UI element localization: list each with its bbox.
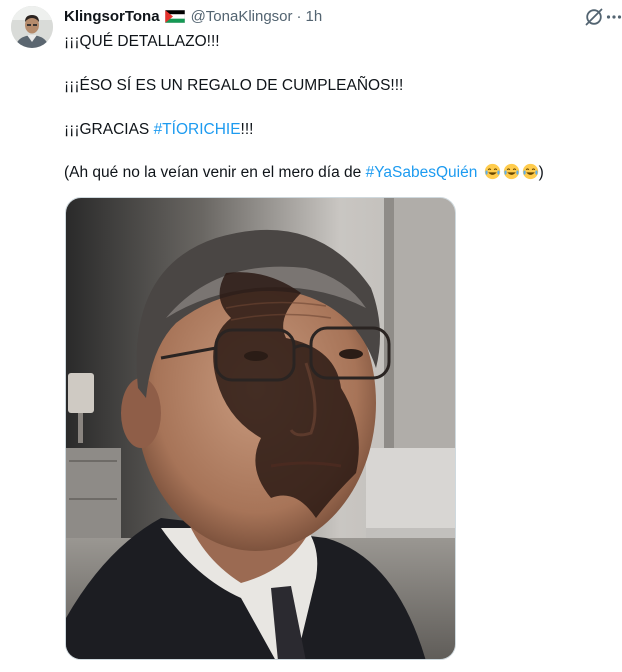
user-handle[interactable]: @TonaKlingsor bbox=[191, 8, 293, 25]
tweet: KlingsorTona @TonaKlingsor · 1h ¡¡¡QUÉ D… bbox=[0, 0, 622, 672]
text-line-3: ¡¡¡GRACIAS #TÍORICHIE!!! bbox=[64, 120, 253, 140]
timestamp[interactable]: 1h bbox=[306, 8, 323, 25]
text-line-4: (Ah qué no la veían venir en el mero día… bbox=[64, 163, 544, 183]
text-line-1: ¡¡¡QUÉ DETALLAZO!!! bbox=[64, 33, 220, 50]
tweet-header: KlingsorTona @TonaKlingsor · 1h bbox=[64, 6, 322, 26]
palestine-flag-icon bbox=[164, 9, 185, 23]
text-line-4-prefix: (Ah qué no la veían venir en el mero día… bbox=[64, 164, 366, 181]
face-with-tears-of-joy-emoji bbox=[503, 163, 520, 180]
hashtag-yasabesquien[interactable]: #YaSabesQuién bbox=[366, 164, 478, 181]
face-with-tears-of-joy-emoji bbox=[484, 163, 501, 180]
display-name[interactable]: KlingsorTona bbox=[64, 8, 160, 25]
tweet-media-image[interactable] bbox=[65, 197, 456, 660]
separator-dot: · bbox=[296, 7, 302, 25]
hashtag-tiorichie[interactable]: #TÍORICHIE bbox=[154, 121, 241, 138]
avatar[interactable] bbox=[11, 6, 53, 48]
text-line-4-suffix: ) bbox=[538, 164, 544, 181]
more-dots-icon[interactable] bbox=[606, 8, 622, 26]
text-line-3-suffix: !!! bbox=[240, 121, 254, 138]
grok-slash-icon[interactable] bbox=[584, 7, 604, 27]
text-line-3-prefix: ¡¡¡GRACIAS bbox=[64, 121, 154, 138]
face-with-tears-of-joy-emoji bbox=[522, 163, 539, 180]
text-line-2: ¡¡¡ÉSO SÍ ES UN REGALO DE CUMPLEAÑOS!!! bbox=[64, 77, 404, 94]
